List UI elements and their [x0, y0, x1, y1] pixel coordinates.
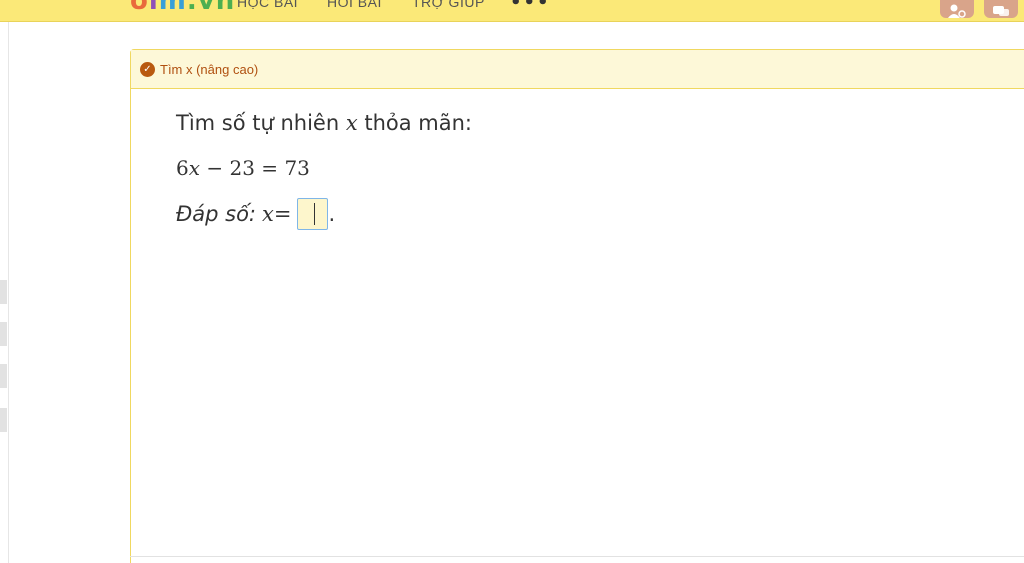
question-prompt: Tìm số tự nhiên x thỏa mãn:: [176, 108, 472, 138]
logo-suffix: .vn: [186, 0, 236, 16]
scroll-tick: [0, 280, 7, 304]
equation-minus: −: [200, 156, 230, 180]
question-body: Tìm số tự nhiên x thỏa mãn: 6x − 23 = 73…: [176, 108, 472, 230]
equation-variable: x: [188, 156, 201, 180]
answer-period: .: [328, 202, 336, 226]
answer-equals: =: [273, 202, 292, 226]
equation-coefficient: 6: [176, 156, 189, 180]
check-circle-icon: ✓: [140, 61, 155, 77]
answer-label: Đáp số:: [176, 202, 257, 226]
answer-input[interactable]: [297, 198, 329, 230]
equation-number-2: 73: [284, 156, 310, 180]
scroll-tick: [0, 322, 7, 346]
card-bottom-divider: [130, 556, 1024, 557]
answer-line: Đáp số: x = .: [176, 198, 472, 230]
logo-letter-l: l: [148, 0, 159, 16]
chat-icon[interactable]: [984, 0, 1018, 18]
page-edge: [8, 22, 9, 563]
question-card-header: ✓ Tìm x (nâng cao): [131, 50, 1024, 89]
logo-letter-o: o: [130, 0, 149, 16]
nav-hoc-bai[interactable]: HỌC BÀI: [237, 0, 298, 10]
question-equation: 6x − 23 = 73: [176, 154, 472, 182]
user-add-icon[interactable]: [940, 0, 974, 18]
scroll-tick: [0, 364, 7, 388]
question-title: Tìm x (nâng cao): [160, 61, 259, 77]
answer-variable: x: [262, 202, 274, 226]
scroll-tick: [0, 408, 7, 432]
prompt-text-after: thỏa mãn:: [357, 111, 473, 135]
site-header: olm.vn HỌC BÀI HỎI BÀI TRỢ GIÚP •••: [0, 0, 1024, 22]
nav-tro-giup[interactable]: TRỢ GIÚP: [412, 0, 485, 10]
logo-letter-m: m: [158, 0, 187, 16]
more-menu-button[interactable]: •••: [510, 0, 551, 12]
prompt-variable: x: [345, 111, 358, 135]
nav-hoi-bai[interactable]: HỎI BÀI: [327, 0, 382, 10]
prompt-text-before: Tìm số tự nhiên: [176, 111, 346, 135]
site-logo[interactable]: olm.vn: [130, 0, 235, 14]
equation-number-1: 23: [229, 156, 255, 180]
question-card: ✓ Tìm x (nâng cao) Tìm số tự nhiên x thỏ…: [130, 49, 1024, 563]
equation-equals: =: [254, 156, 285, 180]
